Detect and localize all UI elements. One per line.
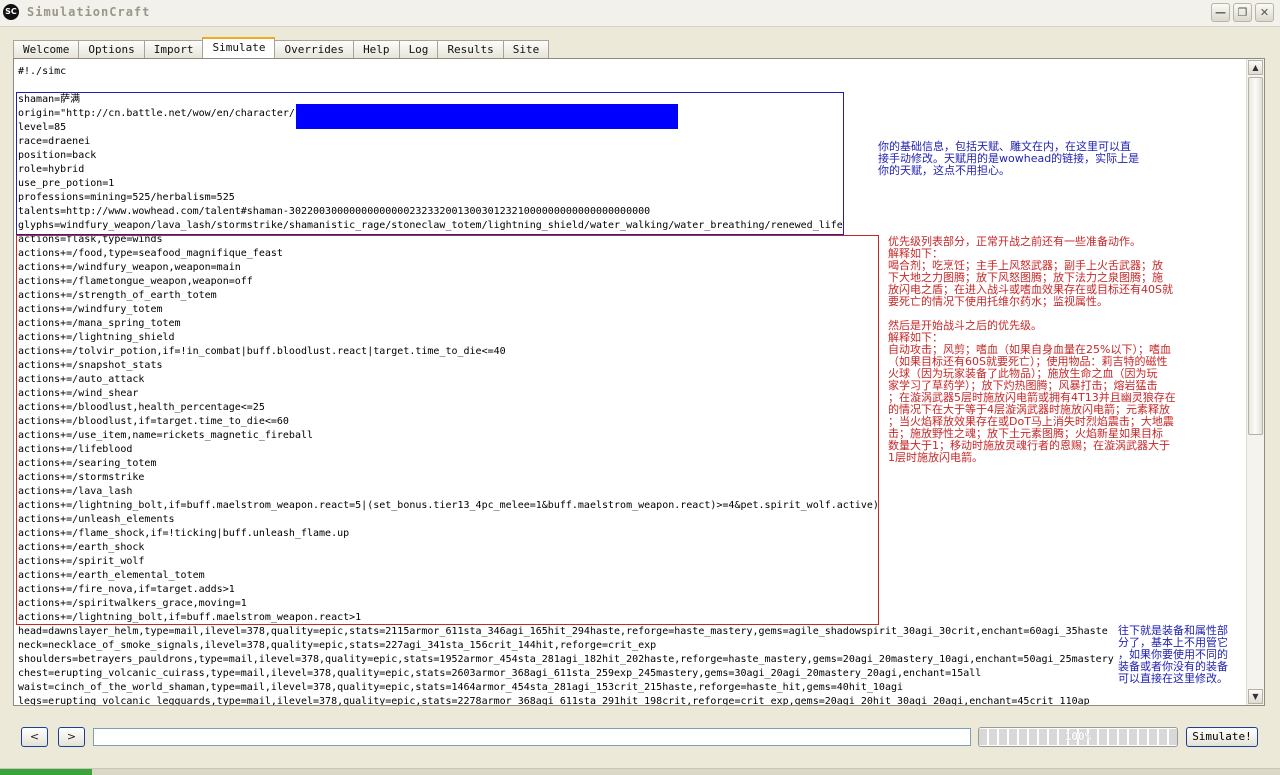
actions-annotation: 优先级列表部分，正常开战之前还有一些准备动作。 解释如下： 喝合剂；吃烹饪；主手… — [888, 235, 1176, 464]
code-line: neck=necklace_of_smoke_signals,ilevel=37… — [18, 640, 657, 651]
tab-site[interactable]: Site — [502, 40, 550, 58]
main-tab-bar: Welcome Options Import Simulate Overrides Hel… — [13, 37, 550, 58]
window-title: SimulationCraft — [27, 5, 151, 19]
code-line: legs=erupting_volcanic_legguards,type=ma… — [18, 696, 1090, 706]
code-line: head=dawnslayer_helm,type=mail,ilevel=37… — [18, 626, 1108, 637]
tab-overrides[interactable]: Overrides — [274, 40, 355, 58]
forward-button[interactable]: > — [58, 727, 85, 747]
tab-simulate[interactable]: Simulate — [202, 37, 276, 58]
code-line: shoulders=betrayers_pauldrons,type=mail,… — [18, 654, 1114, 665]
gear-annotation: 往下就是装备和属性部 分了，基本上不用管它 ，如果你要使用不同的 装备或者你没有… — [1118, 624, 1228, 685]
tab-options[interactable]: Options — [78, 40, 145, 58]
scroll-up-icon[interactable]: ▲ — [1248, 60, 1263, 75]
simulation-progress-bar: 100% — [978, 727, 1178, 747]
code-line: chest=erupting_volcanic_cuirass,type=mai… — [18, 668, 982, 679]
back-button[interactable]: < — [21, 727, 48, 747]
simulate-editor[interactable]: #!./simc shaman=萨满 origin="http://cn.battl… — [13, 58, 1265, 706]
tab-help[interactable]: Help — [353, 40, 400, 58]
simulate-button[interactable]: Simulate! — [1186, 727, 1258, 747]
vertical-scrollbar[interactable]: ▲ ▼ — [1246, 59, 1264, 705]
status-accent — [0, 769, 92, 775]
tab-results[interactable]: Results — [437, 40, 504, 58]
close-button[interactable]: ✕ — [1255, 3, 1274, 22]
app-icon: SC — [3, 4, 19, 20]
basic-info-annotation: 你的基础信息，包括天赋、雕文在内，在这里可以直 接手动修改。天赋用的是wowhe… — [878, 140, 1140, 177]
command-input[interactable] — [93, 728, 971, 746]
minimize-button[interactable]: — — [1211, 3, 1230, 22]
scroll-thumb[interactable] — [1248, 77, 1263, 435]
code-line: waist=cinch_of_the_world_shaman,type=mai… — [18, 682, 904, 693]
title-bar: SC SimulationCraft — ❐ ✕ — [0, 0, 1280, 27]
actions-highlight — [16, 235, 879, 625]
maximize-button[interactable]: ❐ — [1233, 3, 1252, 22]
code-line: #!./simc — [18, 66, 67, 77]
basic-info-highlight — [16, 92, 844, 235]
tab-import[interactable]: Import — [143, 40, 204, 58]
tab-welcome[interactable]: Welcome — [13, 40, 80, 58]
progress-text: 100% — [1064, 730, 1092, 743]
scroll-down-icon[interactable]: ▼ — [1248, 689, 1263, 704]
tab-log[interactable]: Log — [398, 40, 439, 58]
